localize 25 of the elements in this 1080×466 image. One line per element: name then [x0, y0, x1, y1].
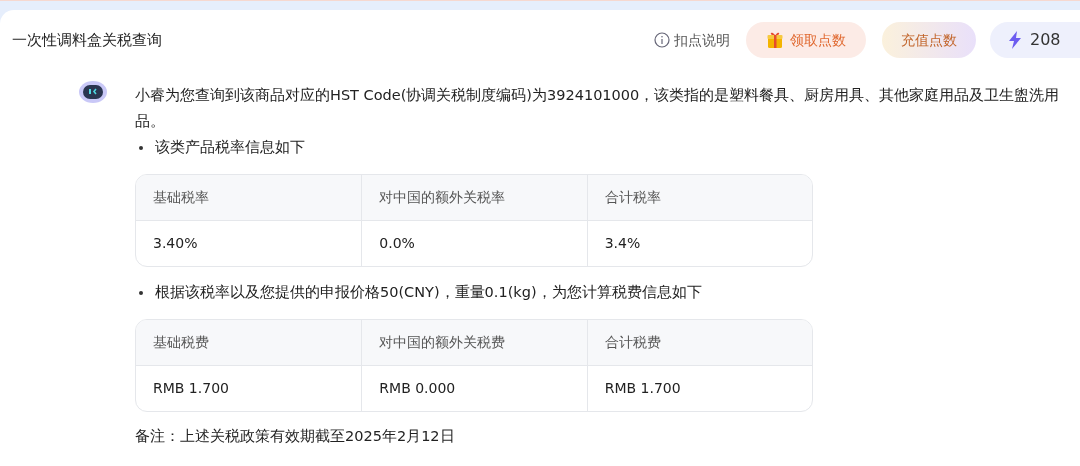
reply-text: 小睿为您查询到该商品对应的HST Code(协调关税制度编码)为3924101000，该类指的是塑料餐具、厨房用具、其他家庭用品及卫生盥洗用品。: [135, 86, 1060, 131]
claim-points-button[interactable]: 领取点数: [746, 22, 866, 58]
lightning-icon: [1008, 31, 1022, 49]
bullet-text: 该类产品税率信息如下: [155, 138, 305, 158]
column-header: 基础税率: [153, 188, 209, 207]
table-cell-text: 3.40%: [153, 234, 198, 253]
column-header: 对中国的额外关税费: [379, 333, 506, 352]
column-header: 合计税率: [604, 188, 661, 207]
table-cell-text: RMB 1.700: [153, 379, 229, 398]
robot-avatar-icon: [78, 78, 108, 104]
table-cell-text: 0.0%: [379, 234, 415, 253]
info-icon: [654, 32, 670, 48]
points-count: 208: [1030, 29, 1061, 51]
page-title: 一次性调料盒关税查询: [12, 29, 162, 51]
table-cell-text: RMB 0.000: [379, 379, 456, 398]
column-header: 对中国的额外关税率: [379, 188, 506, 207]
table-cell-text: RMB 1.700: [604, 379, 681, 398]
column-header: 基础税费: [153, 333, 209, 352]
table-cell-text: 3.4%: [604, 234, 641, 253]
gift-icon: [766, 31, 784, 49]
help-link[interactable]: 扣点说明: [654, 29, 730, 51]
recharge-points-button[interactable]: 充值点数: [882, 22, 976, 58]
column-header: 合计税费: [604, 333, 661, 352]
bullet-text: 根据该税率以及您提供的申报价格50(CNY)，重量0.1(kg)，为您计算税费信息如下: [155, 283, 702, 303]
note-text: 备注：上述关税政策有效期截至2025年2月12日: [135, 427, 456, 446]
